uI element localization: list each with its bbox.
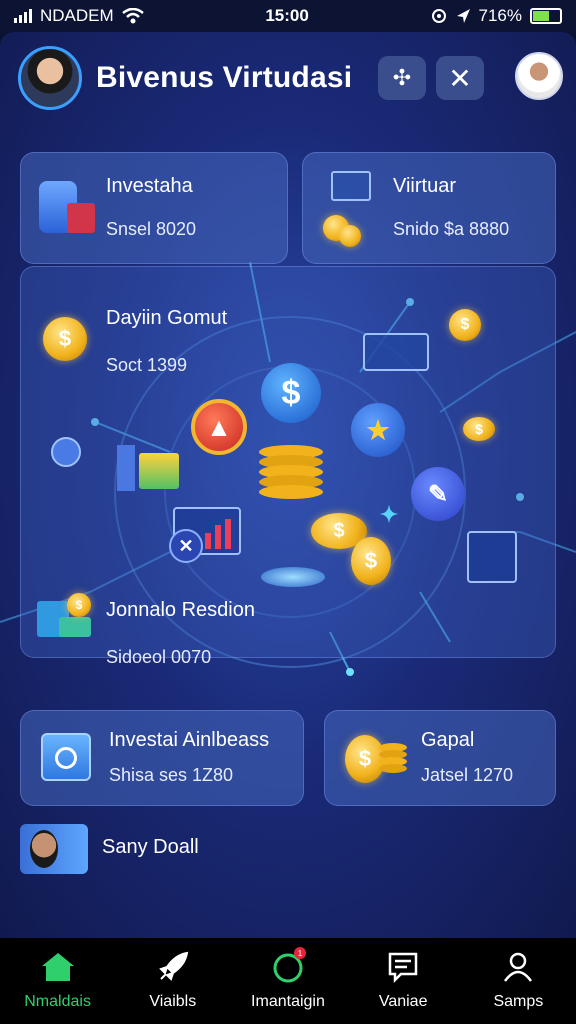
chart-icon — [331, 171, 371, 201]
nav-item-samps[interactable]: Samps — [463, 951, 573, 1011]
nav-item-home[interactable]: Nmaldais — [3, 951, 113, 1011]
user-avatar[interactable] — [18, 46, 82, 110]
hero-bottom-subtitle: Sidoeol 0070 — [106, 647, 212, 667]
location-icon — [456, 9, 470, 23]
app-header: Bivenus Virtudasi ✣ ✕ — [18, 46, 563, 110]
nav-label: Imantaigin — [251, 993, 325, 1010]
nav-item-imantaigin[interactable]: 1 Imantaigin — [233, 947, 343, 1011]
nav-item-viaibls[interactable]: Viaibls — [118, 951, 228, 1011]
sparkle-icon: ✦ — [379, 502, 399, 527]
card-viirtuar[interactable]: Viirtuar Snido $a 8880 — [302, 152, 556, 264]
carrier-name: NDADEM — [40, 6, 114, 25]
card-subtitle: Shisa ses 1Z80 — [109, 765, 234, 785]
page-title: Bivenus Virtudasi — [96, 61, 353, 94]
monitor-icon — [363, 333, 429, 371]
alert-orb-icon: ▲ — [191, 399, 247, 455]
profile-name: Sany Doall — [102, 836, 199, 858]
wifi-icon — [121, 8, 144, 24]
card-subtitle: Snsel 8020 — [106, 219, 197, 239]
battery-icon — [529, 8, 562, 24]
coin-stack-icon — [379, 743, 407, 773]
nav-label: Samps — [493, 993, 544, 1010]
edit-orb-icon: ✎ — [411, 467, 465, 521]
circle-icon: 1 — [270, 947, 306, 983]
card-investai[interactable]: Investai Ainlbeass Shisa ses 1Z80 — [20, 710, 304, 806]
app-screen: Bivenus Virtudasi ✣ ✕ Investaha Snsel 80… — [0, 32, 576, 938]
signal-icon — [14, 9, 32, 23]
status-left: NDADEM — [14, 6, 144, 26]
card-gapal[interactable]: $ Gapal Jatsel 1270 — [324, 710, 556, 806]
database-icon — [39, 181, 95, 233]
hero-title: Dayiin Gomut — [106, 307, 228, 329]
coin-icon — [339, 225, 361, 247]
rocket-icon — [155, 951, 191, 983]
star-orb-icon: ★ — [351, 403, 405, 457]
nav-label: Viaibls — [149, 993, 197, 1010]
blocks-icon — [117, 437, 181, 493]
coin-stack-icon — [259, 445, 323, 499]
battery-percent: 716% — [478, 6, 522, 25]
card-investaha[interactable]: Investaha Snsel 8020 — [20, 152, 288, 264]
safe-icon — [41, 733, 91, 781]
home-icon — [40, 951, 76, 983]
card-subtitle: Snido $a 8880 — [393, 219, 510, 239]
status-bar: NDADEM 15:00 716% — [0, 0, 576, 32]
nav-item-vaniae[interactable]: Vaniae — [348, 951, 458, 1011]
pedestal-icon — [261, 567, 325, 587]
close-icon: ✕ — [448, 62, 472, 94]
nav-label: Vaniae — [378, 993, 428, 1010]
card-title: Gapal — [421, 729, 475, 751]
exchange-icon: ✕ — [169, 529, 203, 563]
status-right: 716% — [431, 6, 562, 26]
alarm-icon — [431, 9, 446, 23]
bottom-nav: Nmaldais Viaibls 1 Imantaigin Vaniae Sam… — [0, 938, 576, 1024]
coin-icon: $ — [351, 537, 391, 585]
notification-badge: 1 — [293, 947, 306, 959]
hero-bottom-title: Jonnalo Resdion — [106, 599, 255, 621]
storage-icon: $ — [37, 593, 93, 639]
hero-card[interactable]: $ Dayiin Gomut Soct 1399 $ ▲ ★ ✎ $ $ $ $… — [20, 266, 556, 667]
apps-button[interactable]: ✣ — [378, 56, 426, 100]
coin-icon: $ — [449, 309, 481, 341]
apps-icon: ✣ — [392, 65, 412, 90]
award-icon — [51, 437, 81, 467]
card-title: Viirtuar — [393, 175, 456, 197]
user-icon — [500, 951, 536, 983]
close-button[interactable]: ✕ — [436, 56, 484, 100]
dollar-orb-icon: $ — [261, 363, 321, 423]
card-title: Investai Ainlbeass — [109, 729, 270, 751]
message-icon — [385, 951, 421, 983]
clock: 15:00 — [265, 6, 309, 25]
nav-label: Nmaldais — [24, 993, 91, 1010]
coin-icon: $ — [463, 417, 495, 441]
profile-avatar[interactable] — [515, 52, 563, 100]
profile-thumb — [20, 824, 88, 874]
report-icon — [467, 531, 517, 583]
hero-subtitle: Soct 1399 — [106, 355, 188, 375]
profile-row[interactable]: Sany Doall — [20, 824, 320, 876]
card-subtitle: Jatsel 1270 — [421, 765, 514, 785]
coin-icon: $ — [43, 317, 87, 361]
card-title: Investaha — [106, 175, 193, 197]
